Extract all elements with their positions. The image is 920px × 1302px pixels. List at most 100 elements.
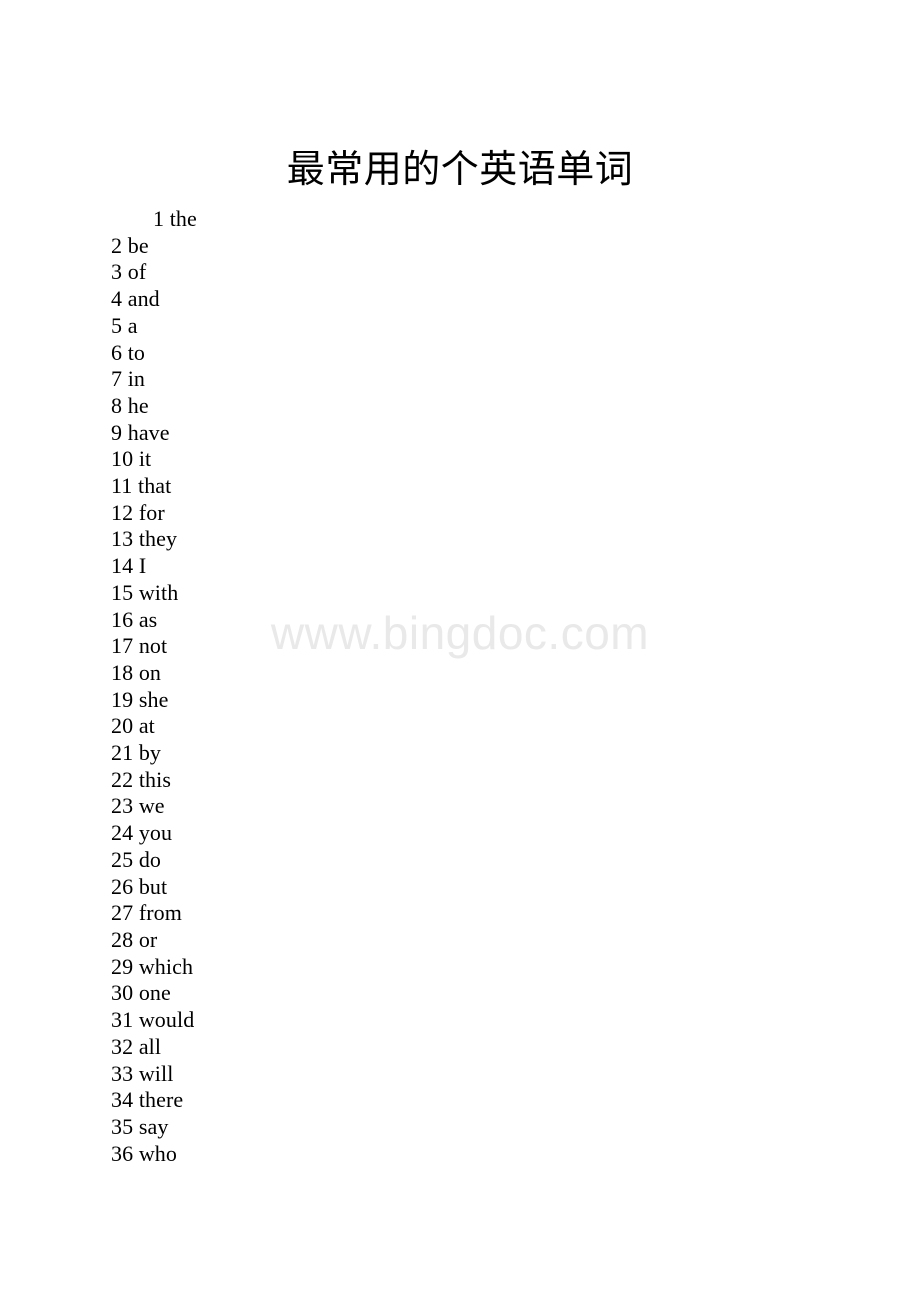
list-item-word: who [138, 1140, 178, 1166]
list-item-word: this [138, 766, 171, 792]
list-item: 15 with [111, 580, 197, 607]
list-item-number: 14 [111, 553, 134, 579]
list-item-number: 30 [111, 980, 134, 1006]
list-item-word: but [138, 873, 168, 899]
list-item: 2 be [111, 233, 197, 260]
list-item-word: it [138, 446, 152, 472]
list-item: 25 do [111, 847, 197, 874]
list-item: 14 I [111, 553, 197, 580]
list-item-word: she [138, 686, 169, 712]
list-item-word: or [138, 926, 158, 952]
list-item: 11 that [111, 473, 197, 500]
list-item: 28 or [111, 927, 197, 954]
list-item: 16 as [111, 607, 197, 634]
list-item-word: will [138, 1060, 174, 1086]
page-title: 最常用的个英语单词 [286, 149, 634, 191]
list-item-word: and [127, 286, 160, 312]
list-item-word: by [138, 740, 162, 766]
list-item-word: on [138, 659, 162, 685]
list-item-word: do [138, 846, 162, 872]
list-item-number: 29 [111, 953, 134, 979]
list-item-word: they [138, 526, 178, 552]
list-item-number: 19 [111, 686, 134, 712]
list-item-number: 16 [111, 606, 134, 632]
list-item-word: a [127, 312, 138, 338]
list-item-word: that [138, 473, 172, 499]
list-item-number: 8 [111, 392, 123, 418]
list-item: 31 would [111, 1007, 197, 1034]
list-item: 33 will [111, 1061, 197, 1088]
list-item: 18 on [111, 660, 197, 687]
list-item-word: be [127, 232, 149, 258]
list-item: 20 at [111, 713, 197, 740]
list-item: 32 all [111, 1034, 197, 1061]
list-item-word: as [138, 606, 158, 632]
list-item-number: 13 [111, 526, 134, 552]
list-item-word: from [138, 900, 182, 926]
list-item-word: there [138, 1087, 184, 1113]
list-item: 26 but [111, 874, 197, 901]
list-item: 12 for [111, 500, 197, 527]
list-item-number: 3 [111, 259, 123, 285]
list-item: 23 we [111, 793, 197, 820]
list-item-number: 31 [111, 1007, 134, 1033]
list-item: 22 this [111, 767, 197, 794]
list-item: 34 there [111, 1087, 197, 1114]
list-item: 7 in [111, 366, 197, 393]
list-item: 27 from [111, 900, 197, 927]
list-item-number: 9 [111, 419, 123, 445]
list-item-word: one [138, 980, 171, 1006]
list-item-word: have [127, 419, 170, 445]
list-item-number: 24 [111, 820, 134, 846]
list-item-number: 22 [111, 766, 134, 792]
list-item-word: at [138, 713, 155, 739]
list-item-number: 10 [111, 446, 134, 472]
list-item-word: he [127, 392, 149, 418]
list-item-number: 28 [111, 926, 134, 952]
list-item-number: 12 [111, 499, 134, 525]
list-item-number: 2 [111, 232, 123, 258]
list-item-word: for [138, 499, 165, 525]
list-item: 1 the [111, 206, 197, 233]
list-item: 17 not [111, 633, 197, 660]
list-item-number: 27 [111, 900, 134, 926]
list-item-word: in [127, 366, 146, 392]
list-item-word: I [138, 553, 147, 579]
list-item-word: would [138, 1007, 195, 1033]
list-item: 5 a [111, 313, 197, 340]
list-item: 19 she [111, 687, 197, 714]
list-item-number: 21 [111, 740, 134, 766]
list-item-number: 33 [111, 1060, 134, 1086]
list-item-number: 26 [111, 873, 134, 899]
list-item-number: 4 [111, 286, 123, 312]
list-item: 36 who [111, 1141, 197, 1168]
list-item-word: the [169, 206, 197, 231]
list-item-number: 18 [111, 659, 134, 685]
list-item-number: 7 [111, 366, 123, 392]
list-item-number: 25 [111, 846, 134, 872]
list-item-word: to [127, 339, 146, 365]
list-item-number: 35 [111, 1113, 134, 1139]
list-item: 8 he [111, 393, 197, 420]
list-item-number: 11 [111, 473, 133, 499]
list-item: 4 and [111, 286, 197, 313]
list-item: 6 to [111, 340, 197, 367]
list-item-number: 34 [111, 1087, 134, 1113]
list-item-number: 36 [111, 1140, 134, 1166]
list-item-number: 23 [111, 793, 134, 819]
list-item: 3 of [111, 259, 197, 286]
word-list: 1 the 2 be 3 of 4 and 5 a6 to 7 in 8 he 9 have 1… [111, 206, 197, 1167]
list-item-word: not [138, 633, 168, 659]
list-item-word: say [138, 1113, 169, 1139]
list-item-number: 17 [111, 633, 134, 659]
list-item: 10 it [111, 446, 197, 473]
list-item: 9 have [111, 420, 197, 447]
list-item-number: 20 [111, 713, 134, 739]
list-item: 13 they [111, 526, 197, 553]
list-item-word: we [138, 793, 165, 819]
list-item-number: 32 [111, 1033, 134, 1059]
list-item: 35 say [111, 1114, 197, 1141]
list-item-word: with [138, 579, 179, 605]
list-item-word: you [138, 820, 173, 846]
list-item-word: all [138, 1033, 162, 1059]
